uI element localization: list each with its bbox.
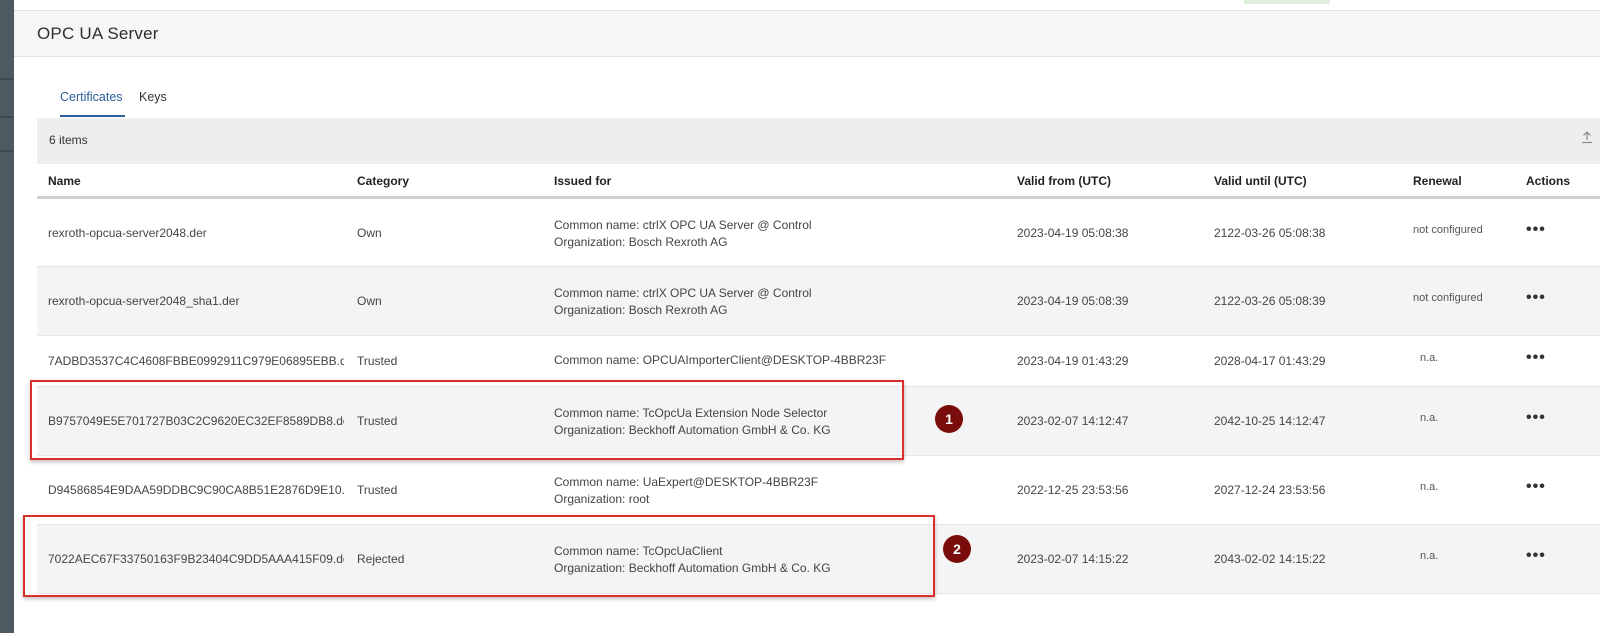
rail-divider (0, 116, 14, 118)
cert-name: 7022AEC67F33750163F9B23404C9DD5AAA415F09… (48, 552, 344, 566)
issued-common-name: Common name: TcOpcUa Extension Node Sele… (554, 406, 828, 420)
certificates-table: 6 items Name Category Issued for Valid f… (37, 118, 1600, 594)
upload-icon[interactable] (1580, 130, 1594, 147)
cert-valid-from: 2022-12-25 23:53:56 (1017, 483, 1129, 497)
cert-valid-from: 2023-02-07 14:12:47 (1017, 414, 1129, 428)
issued-common-name: Common name: ctrlX OPC UA Server @ Contr… (554, 218, 812, 232)
cert-issued-for: Common name: ctrlX OPC UA Server @ Contr… (554, 217, 812, 251)
cert-valid-from: 2023-02-07 14:15:22 (1017, 552, 1129, 566)
issued-organization: Organization: Beckhoff Automation GmbH &… (554, 423, 831, 437)
issued-organization: Organization: Beckhoff Automation GmbH &… (554, 561, 831, 575)
cert-issued-for: Common name: UaExpert@DESKTOP-4BBR23F Or… (554, 474, 818, 508)
table-header: Name Category Issued for Valid from (UTC… (37, 164, 1600, 199)
column-header-actions: Actions (1526, 174, 1571, 188)
cert-category: Trusted (357, 483, 398, 497)
issued-common-name: Common name: OPCUAImporterClient@DESKTOP… (554, 353, 887, 367)
rail-divider (0, 78, 14, 80)
more-actions-icon[interactable]: ••• (1526, 221, 1546, 239)
cert-name: B9757049E5E701727B03C2C9620EC32EF8589DB8… (48, 414, 344, 428)
cert-renewal: n.a. (1420, 550, 1439, 562)
column-header-valid-from[interactable]: Valid from (UTC) (1017, 174, 1111, 188)
table-row[interactable]: 7022AEC67F33750163F9B23404C9DD5AAA415F09… (37, 525, 1600, 594)
issued-common-name: Common name: TcOpcUaClient (554, 544, 723, 558)
table-row[interactable]: rexroth-opcua-server2048_sha1.der Own Co… (37, 267, 1600, 336)
cert-renewal: n.a. (1420, 481, 1439, 493)
page-title: OPC UA Server (37, 24, 159, 43)
cert-valid-until: 2122-03-26 05:08:39 (1214, 294, 1326, 308)
issued-organization: Organization: root (554, 492, 650, 506)
rail-divider (0, 150, 14, 152)
page-header: OPC UA Server (14, 11, 1600, 57)
cert-issued-for: Common name: TcOpcUa Extension Node Sele… (554, 405, 831, 439)
tab-keys[interactable]: Keys (139, 90, 167, 104)
issued-organization: Organization: Bosch Rexroth AG (554, 303, 728, 317)
cert-valid-until: 2122-03-26 05:08:38 (1214, 226, 1326, 240)
more-actions-icon[interactable]: ••• (1526, 547, 1546, 565)
annotation-badge-1: 1 (935, 405, 963, 433)
column-header-renewal[interactable]: Renewal (1413, 174, 1462, 188)
more-actions-icon[interactable]: ••• (1526, 478, 1546, 496)
cert-category: Rejected (357, 552, 405, 566)
table-row[interactable]: B9757049E5E701727B03C2C9620EC32EF8589DB8… (37, 387, 1600, 456)
cert-renewal: not configured (1413, 224, 1483, 236)
cert-valid-until: 2042-10-25 14:12:47 (1214, 414, 1326, 428)
cert-valid-from: 2023-04-19 05:08:39 (1017, 294, 1129, 308)
top-strip (14, 0, 1600, 11)
cert-issued-for: Common name: TcOpcUaClient Organization:… (554, 543, 831, 577)
issued-common-name: Common name: UaExpert@DESKTOP-4BBR23F (554, 475, 819, 489)
table-row[interactable]: D94586854E9DAA59DDBC9C90CA8B51E2876D9E10… (37, 456, 1600, 525)
cert-valid-from: 2023-04-19 05:08:38 (1017, 226, 1129, 240)
status-indicator (1244, 0, 1330, 4)
column-header-name[interactable]: Name (48, 174, 81, 188)
table-row[interactable]: rexroth-opcua-server2048.der Own Common … (37, 199, 1600, 267)
cert-valid-until: 2043-02-02 14:15:22 (1214, 552, 1326, 566)
cert-issued-for: Common name: ctrlX OPC UA Server @ Contr… (554, 285, 812, 319)
cert-valid-until: 2027-12-24 23:53:56 (1214, 483, 1326, 497)
active-tab-indicator (60, 115, 125, 117)
tab-certificates[interactable]: Certificates (60, 90, 123, 104)
table-row[interactable]: 7ADBD3537C4C4608FBBE0992911C979E06895EBB… (37, 336, 1600, 387)
cert-renewal: n.a. (1420, 412, 1439, 424)
more-actions-icon[interactable]: ••• (1526, 289, 1546, 307)
cert-renewal: n.a. (1420, 352, 1439, 364)
cert-name: D94586854E9DAA59DDBC9C90CA8B51E2876D9E10… (48, 483, 344, 497)
left-nav-rail (0, 0, 14, 633)
table-toolbar: 6 items (37, 118, 1600, 164)
more-actions-icon[interactable]: ••• (1526, 349, 1546, 367)
cert-name: rexroth-opcua-server2048.der (48, 226, 207, 240)
cert-category: Own (357, 226, 382, 240)
column-header-category[interactable]: Category (357, 174, 409, 188)
cert-renewal: not configured (1413, 292, 1483, 304)
annotation-badge-2: 2 (943, 535, 971, 563)
cert-category: Trusted (357, 414, 398, 428)
cert-valid-until: 2028-04-17 01:43:29 (1214, 354, 1326, 368)
cert-issued-for: Common name: OPCUAImporterClient@DESKTOP… (554, 352, 886, 369)
cert-valid-from: 2023-04-19 01:43:29 (1017, 354, 1129, 368)
more-actions-icon[interactable]: ••• (1526, 409, 1546, 427)
column-header-valid-until[interactable]: Valid until (UTC) (1214, 174, 1307, 188)
item-count: 6 items (49, 133, 88, 147)
column-header-issued-for[interactable]: Issued for (554, 174, 611, 188)
cert-category: Own (357, 294, 382, 308)
issued-organization: Organization: Bosch Rexroth AG (554, 235, 728, 249)
issued-common-name: Common name: ctrlX OPC UA Server @ Contr… (554, 286, 812, 300)
cert-name: 7ADBD3537C4C4608FBBE0992911C979E06895EBB… (48, 354, 344, 368)
cert-name: rexroth-opcua-server2048_sha1.der (48, 294, 240, 308)
cert-category: Trusted (357, 354, 398, 368)
